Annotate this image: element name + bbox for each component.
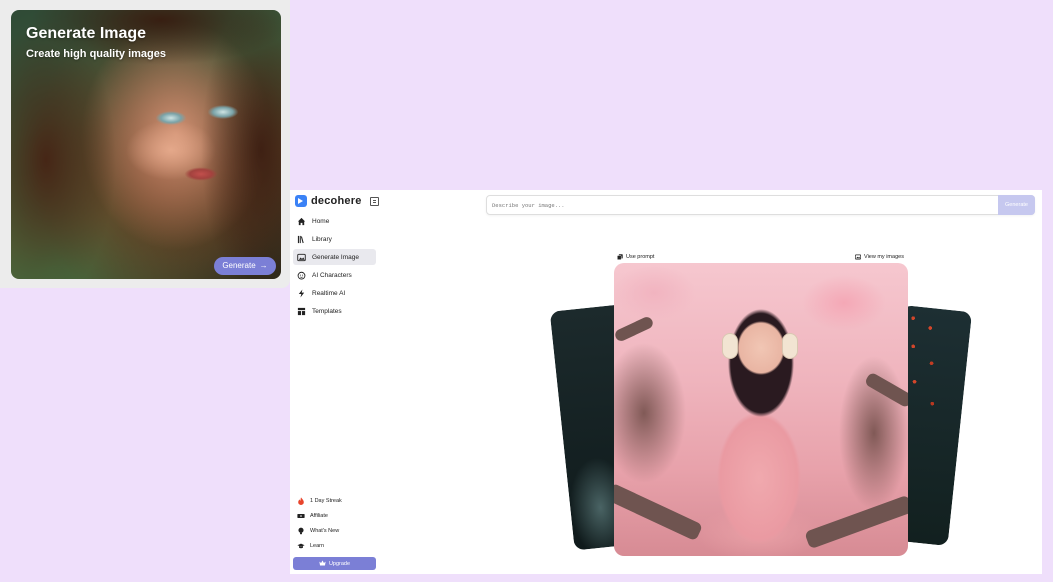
fire-icon xyxy=(297,496,305,505)
sidebar-item-label: Generate Image xyxy=(312,253,359,261)
use-prompt-label: Use prompt xyxy=(626,254,655,260)
decohere-logo-icon xyxy=(295,195,307,207)
sidebar-item-realtime-ai[interactable]: Realtime AI xyxy=(293,285,376,301)
sidebar-item-affiliate[interactable]: Affiliate xyxy=(293,509,376,522)
sidebar-item-label: Library xyxy=(312,235,332,243)
promo-portrait-face xyxy=(81,40,281,279)
promo-subtitle: Create high quality images xyxy=(26,48,166,60)
templates-icon xyxy=(297,307,306,316)
promo-generate-button[interactable]: Generate → xyxy=(214,257,276,275)
sidebar-item-label: AI Characters xyxy=(312,271,352,279)
copy-icon xyxy=(617,254,623,260)
use-prompt-button[interactable]: Use prompt xyxy=(617,253,654,261)
image-branch-shape xyxy=(804,494,908,550)
view-my-images-button[interactable]: View my images xyxy=(854,253,904,261)
graduation-cap-icon xyxy=(297,542,305,550)
home-icon xyxy=(297,217,306,226)
sidebar-nav: Home Library Generate Image AI Character… xyxy=(293,213,376,321)
brand[interactable]: decohere xyxy=(295,194,379,208)
promo-generate-label: Generate xyxy=(222,261,256,270)
sidebar-item-streak[interactable]: 1 Day Streak xyxy=(293,494,376,507)
generate-button[interactable]: Generate xyxy=(998,195,1035,215)
sidebar-item-label: What's New xyxy=(310,527,340,534)
promo-card[interactable]: Generate Image Create high quality image… xyxy=(11,10,281,279)
promo-title: Generate Image xyxy=(26,25,147,42)
sidebar-item-label: Home xyxy=(312,217,330,225)
brand-name: decohere xyxy=(311,195,362,207)
image-branch-shape xyxy=(614,482,704,542)
character-icon xyxy=(297,271,306,280)
sidebar-item-whats-new[interactable]: What's New xyxy=(293,524,376,537)
lightbulb-icon xyxy=(297,527,305,535)
upgrade-label: Upgrade xyxy=(328,560,351,567)
app-window: decohere Home Library Generate Image AI … xyxy=(290,190,1042,574)
sidebar-item-label: Learn xyxy=(310,542,325,549)
sidebar-item-ai-characters[interactable]: AI Characters xyxy=(293,267,376,283)
sidebar-bottom-nav: 1 Day Streak Affiliate What's New Learn xyxy=(293,494,376,554)
sidebar-item-home[interactable]: Home xyxy=(293,213,376,229)
view-my-images-label: View my images xyxy=(864,254,904,260)
library-icon xyxy=(297,235,306,244)
sidebar-item-learn[interactable]: Learn xyxy=(293,539,376,552)
image-headphone-shape xyxy=(722,333,738,359)
promo-panel: Generate Image Create high quality image… xyxy=(0,0,290,288)
image-icon xyxy=(297,253,306,262)
upgrade-button[interactable]: Upgrade xyxy=(293,557,376,570)
sidebar-item-generate-image[interactable]: Generate Image xyxy=(293,249,376,265)
prompt-bar: Generate xyxy=(486,195,1035,215)
images-icon xyxy=(854,254,862,260)
sidebar: decohere Home Library Generate Image AI … xyxy=(290,190,382,574)
image-branch-shape xyxy=(863,371,908,409)
lightning-icon xyxy=(297,288,306,298)
crown-icon xyxy=(319,560,326,568)
image-branch-shape xyxy=(614,315,655,343)
ticket-icon xyxy=(297,512,305,520)
generated-image[interactable] xyxy=(614,263,908,556)
arrow-right-icon: → xyxy=(259,261,268,270)
image-headphone-shape xyxy=(782,333,798,359)
sidebar-toggle-icon[interactable] xyxy=(369,196,379,206)
sidebar-item-label: Affiliate xyxy=(310,512,328,519)
sidebar-item-library[interactable]: Library xyxy=(293,231,376,247)
sidebar-item-templates[interactable]: Templates xyxy=(293,303,376,319)
sidebar-item-label: 1 Day Streak xyxy=(310,497,342,504)
sidebar-item-label: Templates xyxy=(312,307,342,315)
sidebar-item-label: Realtime AI xyxy=(312,289,346,297)
prompt-input[interactable] xyxy=(487,196,999,214)
